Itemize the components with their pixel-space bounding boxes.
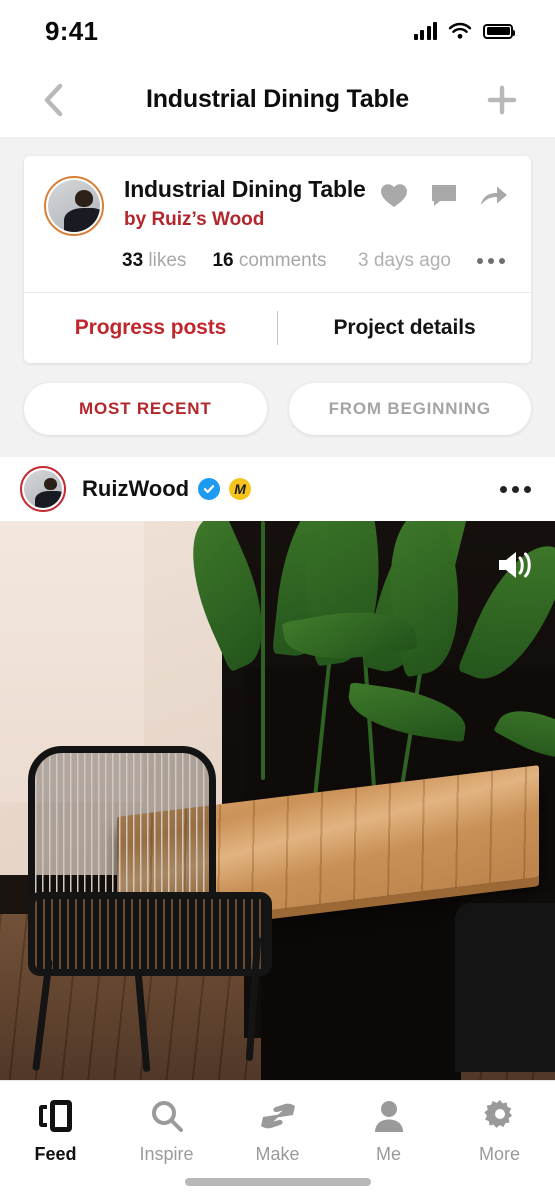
post-header: RuizWood M	[0, 457, 555, 521]
tab-feed[interactable]: Feed	[0, 1095, 111, 1165]
tab-more-label: More	[478, 1144, 520, 1164]
tab-inspire[interactable]: Inspire	[111, 1095, 222, 1165]
app-screen: 9:41 Industrial Dining Table Industrial …	[0, 0, 555, 1200]
page-title: Industrial Dining Table	[145, 85, 409, 113]
gear-icon	[483, 1095, 517, 1137]
tab-feed-label: Feed	[34, 1144, 77, 1164]
status-time: 9:41	[45, 15, 99, 46]
filter-from-beginning[interactable]: FROM BEGINNING	[288, 383, 531, 435]
tab-project-details[interactable]: Project details	[278, 316, 531, 340]
likes-count: 33	[122, 250, 144, 271]
volume-on-icon[interactable]	[491, 543, 535, 587]
status-bar: 9:41	[0, 0, 555, 62]
likes-label: likes	[148, 250, 187, 271]
comment-button[interactable]	[429, 182, 459, 208]
comments-count: 16	[212, 250, 234, 271]
project-stats: 33 likes 16 comments 3 days ago	[24, 236, 531, 293]
avatar[interactable]	[20, 466, 66, 512]
project-card-header: Industrial Dining Table by Ruiz’s Wood	[24, 156, 531, 236]
person-icon	[373, 1095, 405, 1137]
bottom-tab-bar: Feed Inspire Make Me More	[0, 1080, 555, 1200]
post: RuizWood M	[0, 457, 555, 1083]
feed-cards-icon	[39, 1095, 72, 1137]
home-indicator[interactable]	[184, 1178, 371, 1186]
project-title: Industrial Dining Table	[124, 176, 366, 202]
timestamp: 3 days ago	[358, 250, 451, 271]
filter-most-recent[interactable]: MOST RECENT	[24, 383, 267, 435]
heart-icon	[381, 183, 407, 207]
back-button[interactable]	[32, 79, 74, 121]
nav-bar: Industrial Dining Table	[0, 62, 555, 138]
battery-full-icon	[483, 23, 515, 39]
project-actions	[379, 176, 509, 236]
post-more-horizontal-icon[interactable]	[500, 485, 531, 493]
tab-more[interactable]: More	[444, 1095, 555, 1165]
project-card: Industrial Dining Table by Ruiz’s Wood 3…	[24, 156, 531, 363]
tab-me[interactable]: Me	[333, 1095, 444, 1165]
plus-icon	[487, 85, 517, 114]
tab-make[interactable]: Make	[222, 1095, 333, 1165]
project-byline[interactable]: by Ruiz’s Wood	[124, 209, 379, 231]
likes-stat: 33 likes	[122, 250, 186, 272]
pro-badge-icon: M	[229, 478, 252, 500]
filter-pills: MOST RECENT FROM BEGINNING	[0, 363, 555, 457]
post-username[interactable]: RuizWood	[82, 476, 189, 502]
status-icons	[413, 22, 515, 40]
signal-bars-icon	[413, 22, 437, 40]
verified-check-icon	[198, 478, 221, 500]
avatar[interactable]	[44, 176, 104, 236]
tab-progress-posts[interactable]: Progress posts	[24, 316, 277, 340]
add-button[interactable]	[481, 79, 523, 121]
speech-bubble-icon	[432, 184, 456, 206]
post-media[interactable]	[0, 521, 555, 1083]
search-icon	[150, 1095, 184, 1137]
tab-inspire-label: Inspire	[139, 1144, 194, 1164]
comments-stat: 16 comments	[212, 250, 326, 272]
chevron-left-icon	[44, 83, 63, 116]
share-button[interactable]	[479, 182, 509, 208]
hands-make-icon	[259, 1095, 297, 1137]
tab-me-label: Me	[375, 1144, 401, 1164]
tab-make-label: Make	[255, 1144, 300, 1164]
more-horizontal-icon[interactable]	[477, 258, 505, 264]
project-meta: Industrial Dining Table by Ruiz’s Wood	[104, 176, 379, 236]
share-arrow-icon	[481, 186, 507, 205]
wifi-icon	[448, 22, 472, 39]
project-tabs: Progress posts Project details	[24, 293, 531, 363]
like-button[interactable]	[379, 182, 409, 208]
comments-label: comments	[238, 250, 327, 271]
